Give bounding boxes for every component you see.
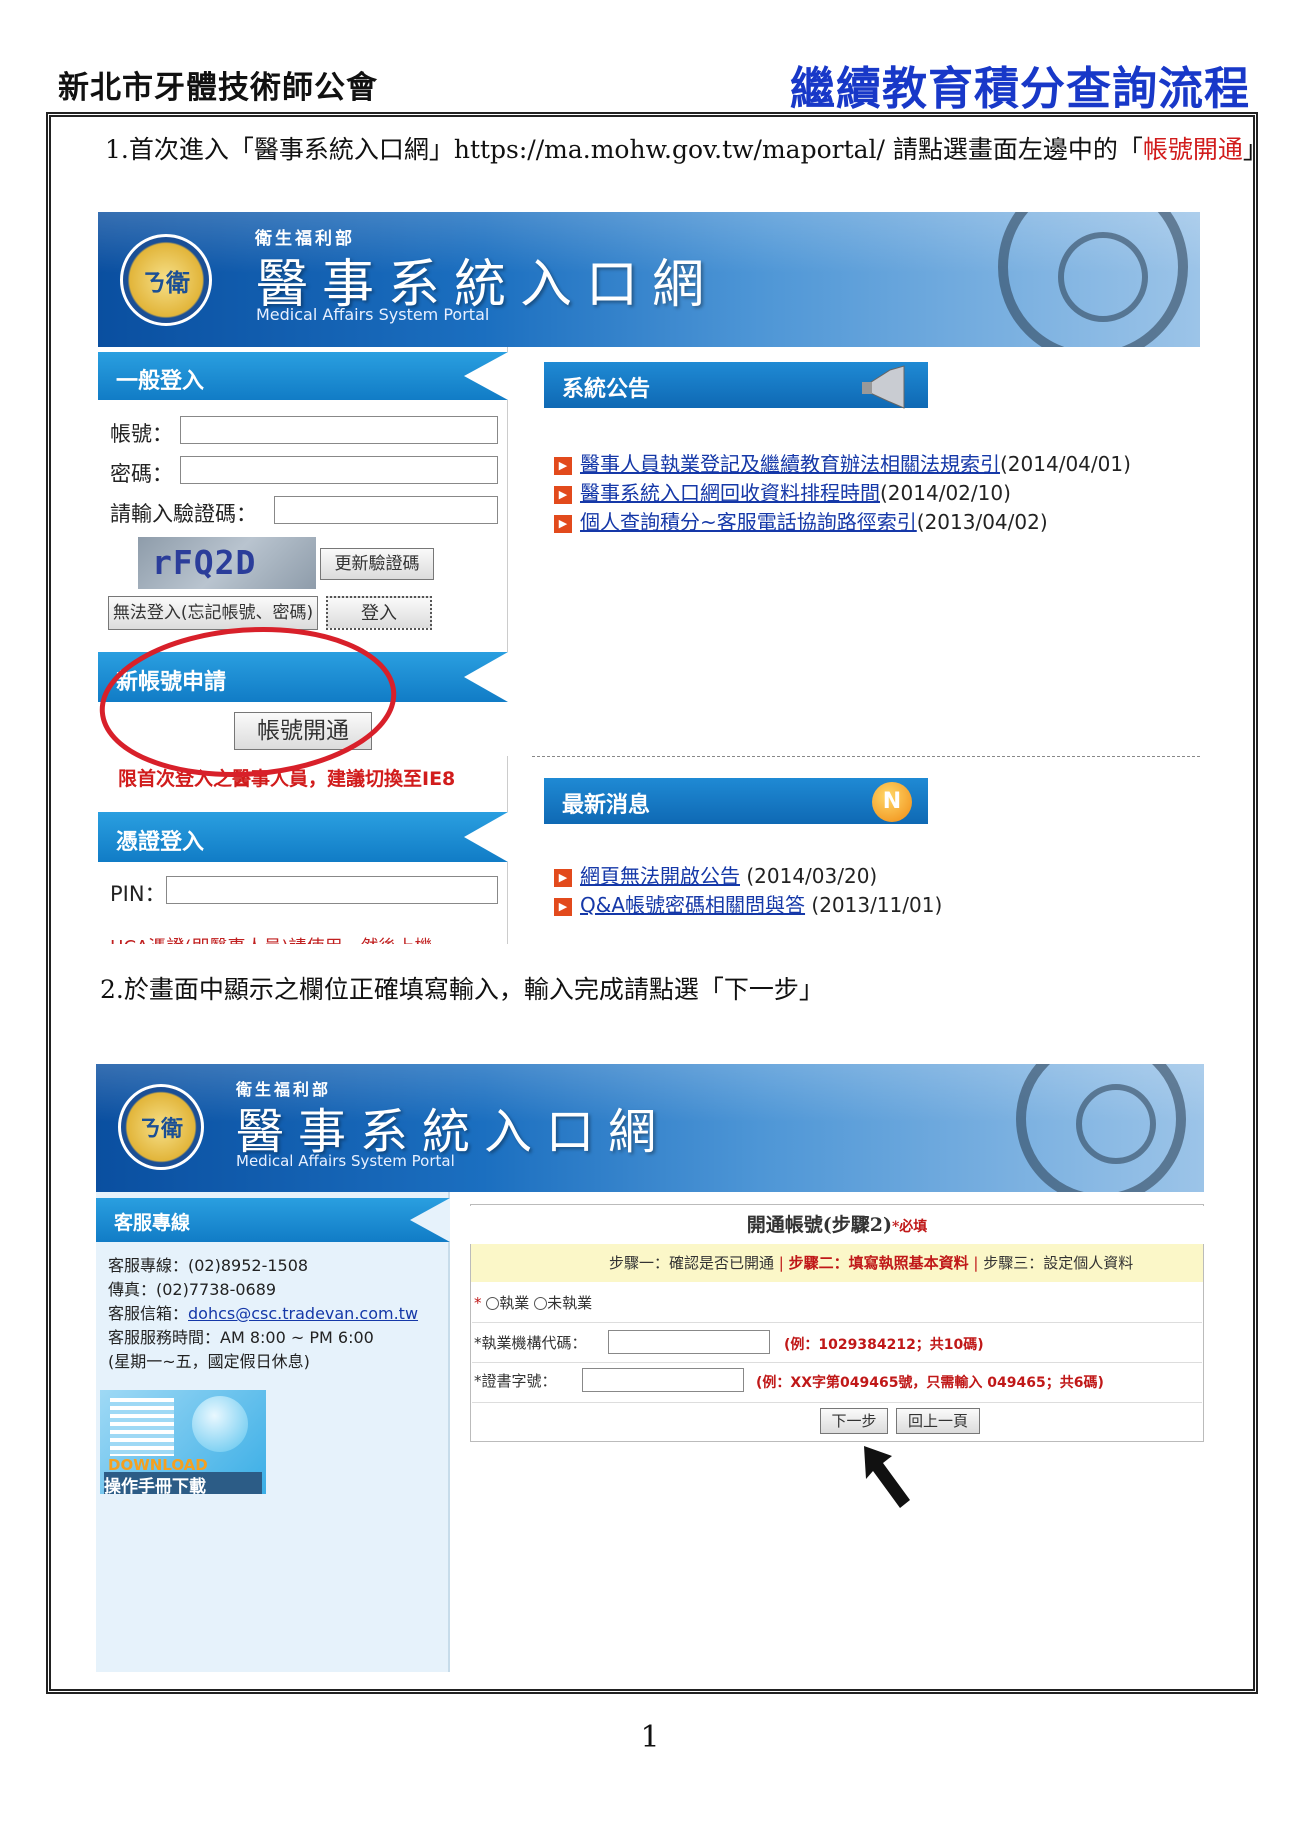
org-code-label: *執業機構代碼： (474, 1334, 587, 1352)
announcement-item[interactable]: ▶ 個人查詢積分~客服電話協詢路徑索引(2013/04/02) (554, 506, 1048, 535)
row-divider (472, 1362, 1202, 1363)
back-button[interactable]: 回上一頁 (896, 1408, 980, 1434)
radio-not-practicing[interactable] (534, 1297, 548, 1310)
ministry-logo: ㄋ衛 (120, 234, 212, 326)
document-icon (110, 1398, 174, 1456)
account-label: 帳號： (110, 422, 173, 446)
portal-banner: ㄋ衛 衛生福利部 醫事系統入口網 Medical Affairs System … (96, 1064, 1204, 1192)
form-title: 開通帳號(步驟2)*必填 (470, 1206, 1204, 1244)
portal-screenshot-1: ㄋ衛 衛生福利部 醫事系統入口網 Medical Affairs System … (98, 212, 1200, 944)
row-divider (472, 1402, 1202, 1403)
row-divider (472, 1322, 1202, 1323)
login-header: 一般登入 (98, 352, 508, 400)
news-item[interactable]: ▶ 網頁無法開啟公告 (2014/03/20) (554, 860, 877, 889)
banner-subtitle: Medical Affairs System Portal (236, 1152, 455, 1170)
ministry-logo: ㄋ衛 (118, 1084, 204, 1170)
captcha-image: rFQ2D (138, 537, 316, 589)
step1-highlight: 帳號開通 (1142, 135, 1243, 164)
org-code-hint: (例：1029384212；共10碼) (784, 1337, 984, 1353)
email-link[interactable]: dohcs@csc.tradevan.com.tw (188, 1304, 418, 1323)
portal-banner: ㄋ衛 衛生福利部 醫事系統入口網 Medical Affairs System … (98, 212, 1200, 347)
captcha-label: 請輸入驗證碼： (110, 502, 257, 526)
service-fax: 傳真：(02)7738-0689 (108, 1280, 277, 1299)
password-label: 密碼： (110, 462, 173, 486)
announcement-item[interactable]: ▶ 醫事系統入口網回收資料排程時間(2014/02/10) (554, 477, 1011, 506)
manual-download-banner[interactable]: DOWNLOAD 操作手冊下載 (100, 1390, 266, 1494)
section-divider (532, 756, 1200, 757)
bullet-icon: ▶ (554, 456, 572, 475)
bullet-icon: ▶ (554, 897, 572, 916)
radio-practicing[interactable] (486, 1297, 500, 1310)
portal-screenshot-2: ㄋ衛 衛生福利部 醫事系統入口網 Medical Affairs System … (96, 1064, 1204, 1672)
cert-number-label: *證書字號： (474, 1372, 557, 1390)
step1-text-prefix: 1.首次進入「醫事系統入口網」https://ma.mohw.gov.tw/ma… (105, 135, 1143, 164)
service-header: 客服專線 (96, 1198, 450, 1242)
page-number: 1 (640, 1720, 660, 1755)
bullet-icon: ▶ (554, 514, 572, 533)
org-code-input[interactable] (608, 1330, 770, 1354)
pointer-arrow-icon (864, 1446, 910, 1508)
news-header: 最新消息 N (544, 778, 928, 824)
news-item[interactable]: ▶ Q&A帳號密碼相關問與答 (2013/11/01) (554, 889, 942, 918)
pin-input[interactable] (166, 876, 498, 904)
org-name: 新北市牙體技術師公會 (58, 70, 378, 106)
service-hours: 客服服務時間：AM 8:00 ~ PM 6:00 (108, 1328, 374, 1347)
password-input[interactable] (180, 456, 498, 484)
announcements-header: 系統公告 (544, 362, 928, 409)
new-badge-icon: N (872, 782, 912, 822)
service-hours-note: (星期一~五，國定假日休息) (108, 1352, 310, 1371)
next-step-button[interactable]: 下一步 (820, 1408, 888, 1434)
practice-status-row: * 執業 未執業 (474, 1294, 593, 1312)
highlight-circle (99, 626, 397, 778)
step2-instruction: 2.於畫面中顯示之欄位正確填寫輸入，輸入完成請點選「下一步」 (100, 975, 824, 1004)
cert-login-note: HCA憑證(即醫事人員)請使用，然後上機 (110, 933, 432, 944)
refresh-captcha-button[interactable]: 更新驗證碼 (320, 548, 434, 580)
cert-number-input[interactable] (582, 1368, 744, 1392)
pin-label: PIN： (110, 882, 166, 906)
captcha-input[interactable] (274, 496, 498, 524)
account-input[interactable] (180, 416, 498, 444)
bullet-icon: ▶ (554, 868, 572, 887)
cert-number-hint: (例：XX字第049465號，只需輸入 049465；共6碼) (756, 1375, 1104, 1391)
bullet-icon: ▶ (554, 485, 572, 504)
step1-text-suffix: 」 (1242, 135, 1268, 164)
step1-instruction: 1.首次進入「醫事系統入口網」https://ma.mohw.gov.tw/ma… (105, 130, 1268, 166)
document-title: 繼續教育積分查詢流程 (789, 62, 1250, 115)
cert-login-header: 憑證登入 (98, 812, 508, 862)
service-phone: 客服專線：(02)8952-1508 (108, 1256, 309, 1275)
banner-subtitle: Medical Affairs System Portal (256, 305, 490, 324)
service-email: 客服信箱：dohcs@csc.tradevan.com.tw (108, 1304, 419, 1323)
announcement-item[interactable]: ▶ 醫事人員執業登記及繼續教育辦法相關法規索引(2014/04/01) (554, 448, 1131, 477)
form-steps: 步驟一：確認是否已開通 | 步驟二：填寫執照基本資料 | 步驟三：設定個人資料 (471, 1244, 1203, 1282)
